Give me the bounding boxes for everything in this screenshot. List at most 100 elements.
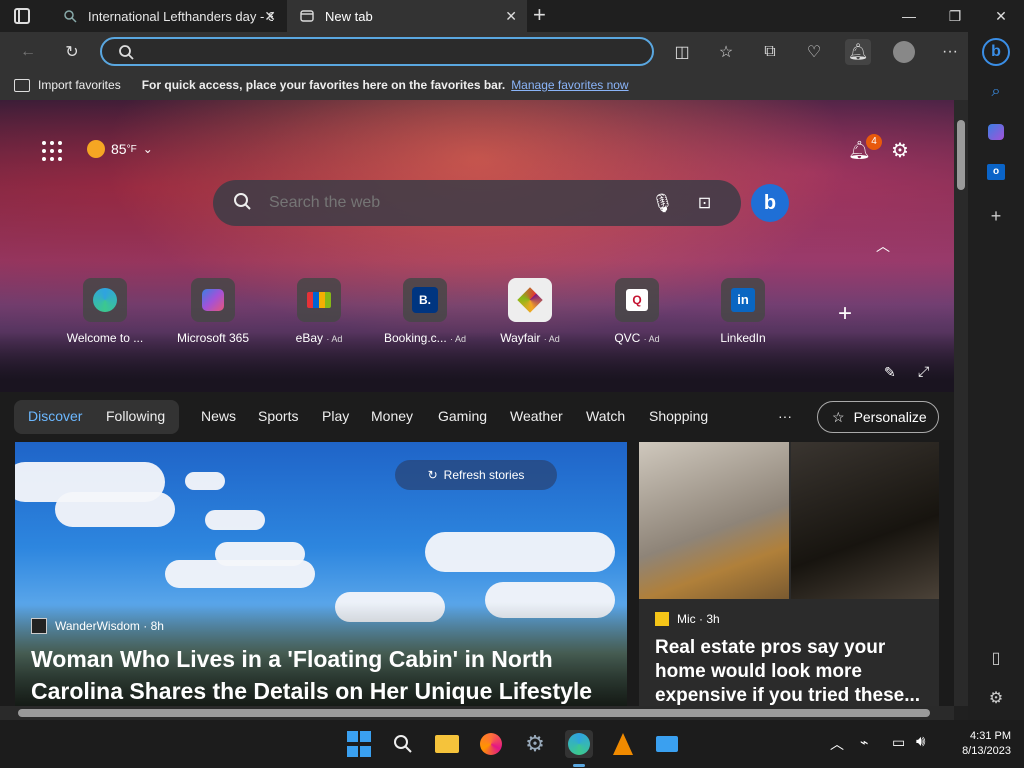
tab-gaming[interactable]: Gaming [438, 408, 487, 424]
tray-chevron-up-icon[interactable]: ︿ [830, 734, 844, 754]
tab-new-tab[interactable]: New tab ✕ [287, 0, 527, 32]
import-favorites-icon[interactable] [14, 78, 30, 92]
personalize-button[interactable]: ☆ Personalize [817, 401, 939, 433]
network-icon[interactable]: ⌁ [860, 734, 868, 751]
address-bar[interactable] [100, 37, 654, 66]
quick-link-welcome[interactable]: Welcome to ... [57, 278, 153, 345]
more-menu-icon[interactable]: ··· [778, 408, 792, 424]
expand-icon[interactable]: ⤢ [918, 363, 929, 380]
vertical-scrollbar[interactable] [954, 100, 968, 706]
bing-chat-icon[interactable]: b [751, 184, 789, 222]
tab-money[interactable]: Money [371, 408, 413, 424]
split-screen-icon[interactable]: ◫ [669, 39, 695, 65]
collections-icon[interactable]: ⧉ [757, 39, 783, 65]
refresh-stories-button[interactable]: ↻ Refresh stories [395, 460, 557, 490]
refresh-icon: ↻ [427, 468, 438, 482]
source-logo [31, 618, 47, 634]
favorites-bar: Import favorites For quick access, place… [0, 70, 968, 100]
display-icon[interactable]: ▭ [892, 734, 905, 751]
visual-search-icon[interactable]: ⊡ [698, 193, 711, 213]
gear-icon[interactable]: ⚙ [984, 686, 1008, 710]
hide-sidebar-icon[interactable]: ▯ [984, 646, 1008, 670]
close-tab-icon[interactable]: ✕ [505, 8, 517, 25]
main-story-card[interactable]: ↻ Refresh stories WanderWisdom · 8h Woma… [15, 442, 627, 706]
side-story-card[interactable]: Mic · 3h Real estate pros say your home … [639, 442, 939, 706]
quick-link-booking[interactable]: B. Booking.c... · Ad [377, 278, 473, 345]
tab-following[interactable]: Following [106, 408, 165, 424]
more-menu-icon[interactable]: ··· [937, 39, 963, 65]
collapse-chevron-icon[interactable]: ︿ [876, 236, 890, 256]
web-search-box[interactable]: 🎙︎ ⊡ [213, 180, 741, 226]
search-icon[interactable] [389, 730, 417, 758]
gear-icon[interactable]: ⚙ [891, 138, 909, 163]
story-headline[interactable]: Real estate pros say your [655, 637, 885, 659]
weather-widget[interactable]: 85 °F ⌄ [87, 140, 153, 158]
edit-background-icon[interactable]: ✎ [884, 364, 896, 381]
search-icon [118, 44, 134, 65]
quick-link-linkedin[interactable]: in LinkedIn [695, 278, 791, 345]
story-headline[interactable]: expensive if you tried these... [655, 685, 920, 706]
new-tab-button[interactable]: + [533, 4, 546, 26]
story-headline[interactable]: home would look more [655, 661, 862, 683]
source-name: WanderWisdom · 8h [55, 619, 164, 633]
add-quick-link-button[interactable]: + [838, 300, 852, 328]
clock[interactable]: 4:31 PM 8/13/2023 [945, 729, 1011, 759]
volume-icon[interactable]: 🔊︎ [916, 733, 925, 750]
copilot-icon[interactable] [984, 120, 1008, 144]
manage-favorites-link[interactable]: Manage favorites now [511, 78, 628, 92]
favorites-star-icon[interactable]: ☆ [713, 39, 739, 65]
bing-icon[interactable]: b [982, 38, 1010, 66]
microphone-icon[interactable]: 🎙︎ [651, 193, 674, 214]
horizontal-scrollbar[interactable] [0, 706, 954, 720]
firefox-icon[interactable] [477, 730, 505, 758]
ad-badge: · Ad [643, 334, 660, 344]
tab-actions-icon[interactable] [14, 8, 30, 24]
web-search-input[interactable] [269, 194, 639, 212]
tab-shopping[interactable]: Shopping [649, 408, 708, 424]
story-headline[interactable]: Carolina Shares the Details on Her Uniqu… [31, 678, 592, 705]
close-window-button[interactable]: ✕ [978, 0, 1024, 32]
quick-link-label: eBay [295, 331, 323, 345]
quick-link-wayfair[interactable]: Wayfair · Ad [482, 278, 578, 345]
tab-news[interactable]: News [201, 408, 236, 424]
apps-grid-icon[interactable] [42, 141, 62, 161]
search-icon[interactable]: ⌕ [984, 80, 1008, 104]
health-heart-icon[interactable]: ♡ [801, 39, 827, 65]
ebay-icon [297, 278, 341, 322]
file-explorer-icon[interactable] [433, 730, 461, 758]
close-tab-icon[interactable]: ✕ [264, 8, 276, 25]
tab-sports[interactable]: Sports [258, 408, 298, 424]
story-source: Mic · 3h [655, 612, 720, 626]
profile-avatar[interactable] [891, 39, 917, 65]
remote-desktop-icon[interactable] [653, 730, 681, 758]
quick-link-ebay[interactable]: eBay · Ad [271, 278, 367, 345]
story-headline[interactable]: Woman Who Lives in a 'Floating Cabin' in… [31, 646, 553, 673]
quick-link-label: Booking.c... [383, 331, 447, 345]
source-name: Mic · 3h [677, 612, 720, 626]
notification-bell-icon[interactable]: 🔔︎ [845, 39, 871, 65]
tab-weather[interactable]: Weather [510, 408, 563, 424]
search-icon [233, 192, 251, 215]
vlc-icon[interactable] [609, 730, 637, 758]
tab-lefthanders[interactable]: International Lefthanders day - S ✕ [48, 0, 286, 32]
edge-icon[interactable] [565, 730, 593, 758]
address-input[interactable] [142, 42, 642, 62]
refresh-icon[interactable]: ↻ [59, 39, 85, 65]
outlook-icon[interactable]: o [984, 160, 1008, 184]
back-arrow-icon[interactable]: ← [15, 39, 41, 65]
edge-icon [83, 278, 127, 322]
quick-link-label: Welcome to ... [66, 331, 144, 345]
quick-link-qvc[interactable]: Q QVC · Ad [589, 278, 685, 345]
quick-link-label: QVC [614, 331, 641, 345]
weather-temp: 85 [111, 141, 127, 157]
import-favorites-label[interactable]: Import favorites [38, 78, 121, 92]
tab-discover[interactable]: Discover [28, 408, 82, 424]
settings-gear-icon[interactable]: ⚙ [521, 730, 549, 758]
add-app-icon[interactable]: + [984, 204, 1008, 228]
quick-link-m365[interactable]: Microsoft 365 [165, 278, 261, 345]
minimize-button[interactable]: — [886, 0, 932, 32]
tab-watch[interactable]: Watch [586, 408, 625, 424]
restore-button[interactable]: ❐ [932, 0, 978, 32]
tab-play[interactable]: Play [322, 408, 349, 424]
windows-start-icon[interactable] [345, 730, 373, 758]
